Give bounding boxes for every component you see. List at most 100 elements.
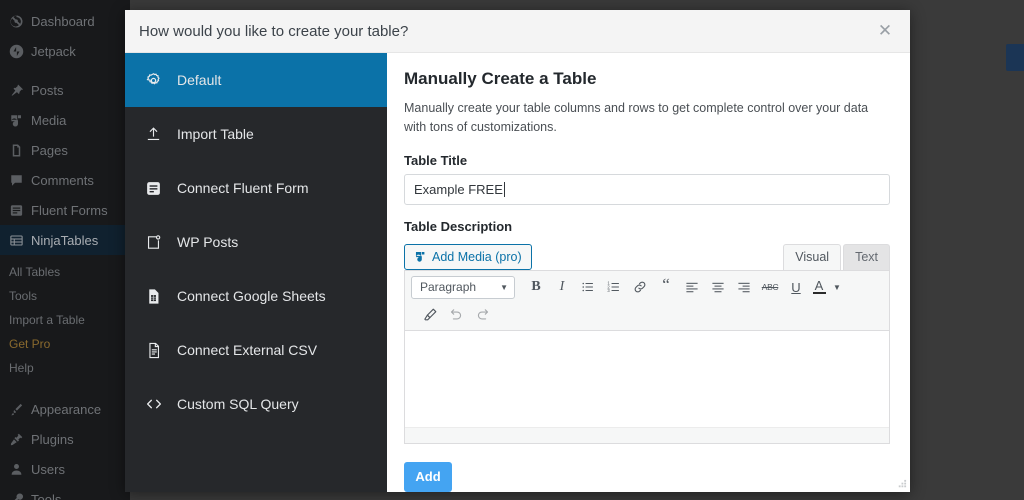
table-title-input[interactable]: Example FREE xyxy=(404,173,890,205)
table-description-label: Table Description xyxy=(404,218,513,234)
editor-content-area[interactable] xyxy=(405,330,889,427)
nav-item-connect-google-sheets[interactable]: Connect Google Sheets xyxy=(125,269,387,323)
sidebar-subitem-tools[interactable]: Tools xyxy=(0,284,130,308)
sidebar-item-label: Posts xyxy=(31,82,64,98)
jetpack-icon xyxy=(9,44,31,59)
sidebar-subitem-label: Help xyxy=(9,361,34,375)
sidebar-item-label: Media xyxy=(31,112,67,128)
comment-icon xyxy=(9,173,31,188)
sidebar-item-ninjatables[interactable]: NinjaTables xyxy=(0,225,130,255)
text-color-dropdown-icon[interactable]: ▼ xyxy=(829,275,845,299)
sidebar-subitem-get-pro[interactable]: Get Pro xyxy=(0,332,130,356)
sidebar-item-label: Comments xyxy=(31,172,94,188)
bulleted-list-button[interactable] xyxy=(575,275,601,299)
nav-item-connect-external-csv[interactable]: Connect External CSV xyxy=(125,323,387,377)
form-icon xyxy=(9,203,31,218)
background-add-table-button[interactable]: e xyxy=(1006,44,1024,71)
text-color-button[interactable]: A xyxy=(809,275,829,299)
align-right-button[interactable] xyxy=(731,275,757,299)
sidebar-item-dashboard[interactable]: Dashboard xyxy=(0,6,130,36)
link-button[interactable] xyxy=(627,275,653,299)
format-select[interactable]: Paragraph ▼ xyxy=(411,275,515,299)
sidebar-item-label: NinjaTables xyxy=(31,232,99,248)
numbered-list-button[interactable]: 123 xyxy=(601,275,627,299)
sidebar-item-pages[interactable]: Pages xyxy=(0,135,130,165)
sidebar-item-comments[interactable]: Comments xyxy=(0,165,130,195)
nav-item-label: Connect Fluent Form xyxy=(177,180,309,196)
sidebar-item-media[interactable]: Media xyxy=(0,105,130,135)
modal-panel: Manually Create a Table Manually create … xyxy=(387,53,910,492)
upload-icon xyxy=(145,126,177,143)
sidebar-subitem-label: Get Pro xyxy=(9,337,51,351)
italic-button[interactable]: I xyxy=(549,275,575,299)
nav-item-label: WP Posts xyxy=(177,234,239,250)
format-select-value: Paragraph xyxy=(420,280,477,295)
tab-visual[interactable]: Visual xyxy=(783,243,842,270)
add-media-label: Add Media (pro) xyxy=(432,249,522,264)
sidebar-divider xyxy=(0,380,130,394)
nav-item-import-table[interactable]: Import Table xyxy=(125,107,387,161)
nav-item-custom-sql-query[interactable]: Custom SQL Query xyxy=(125,377,387,431)
table-title-label: Table Title xyxy=(404,152,468,168)
editor-mode-tabs: Visual Text xyxy=(783,243,890,270)
sidebar-item-label: Jetpack xyxy=(31,43,76,59)
underline-button[interactable]: U xyxy=(783,275,809,299)
sidebar-item-users[interactable]: Users xyxy=(0,454,130,484)
table-description-group: Table Description Add Media (pro) Visual xyxy=(404,218,907,488)
close-icon[interactable]: ✕ xyxy=(874,20,896,42)
panel-description: Manually create your table columns and r… xyxy=(404,101,869,135)
editor-box: Paragraph ▼ B I 123 “ ABC U A ▼ xyxy=(404,269,907,488)
align-center-button[interactable] xyxy=(705,275,731,299)
table-title-value: Example FREE xyxy=(414,181,503,197)
nav-item-label: Connect External CSV xyxy=(177,342,318,358)
undo-button[interactable] xyxy=(443,302,469,326)
sidebar-subitem-import-a-table[interactable]: Import a Table xyxy=(0,308,130,332)
tab-text[interactable]: Text xyxy=(843,243,890,270)
nav-item-wp-posts[interactable]: WP Posts xyxy=(125,215,387,269)
table-title-group: Table Title Example FREE xyxy=(404,153,890,205)
sidebar-item-fluent-forms[interactable]: Fluent Forms xyxy=(0,195,130,225)
sidebar-item-appearance[interactable]: Appearance xyxy=(0,394,130,424)
nav-item-label: Default xyxy=(177,72,222,88)
resize-grip-icon[interactable] xyxy=(896,479,907,490)
modal-header: How would you like to create your table?… xyxy=(125,10,910,53)
sidebar-item-tools[interactable]: Tools xyxy=(0,484,130,500)
sidebar-subitem-all-tables[interactable]: All Tables xyxy=(0,260,130,284)
sidebar-subitem-help[interactable]: Help xyxy=(0,356,130,380)
nav-item-connect-fluent-form[interactable]: Connect Fluent Form xyxy=(125,161,387,215)
brush-icon xyxy=(9,402,31,417)
sidebar-item-plugins[interactable]: Plugins xyxy=(0,424,130,454)
nav-item-default[interactable]: Default xyxy=(125,53,387,107)
add-button[interactable]: Add xyxy=(404,461,452,492)
redo-button[interactable] xyxy=(469,302,495,326)
tools-icon xyxy=(9,492,31,500)
strikethrough-button[interactable]: ABC xyxy=(757,275,783,299)
wp-editor: Add Media (pro) Visual Text Paragraph ▼ … xyxy=(404,240,907,488)
add-media-button[interactable]: Add Media (pro) xyxy=(404,243,532,270)
bold-button[interactable]: B xyxy=(523,275,549,299)
sidebar-item-label: Fluent Forms xyxy=(31,202,108,218)
media-icon xyxy=(414,250,427,263)
form-icon xyxy=(145,180,177,197)
sidebar-item-label: Pages xyxy=(31,142,68,158)
text-color-glyph: A xyxy=(814,278,824,294)
sheets-icon xyxy=(145,288,177,305)
sidebar-divider xyxy=(0,66,130,75)
sidebar-item-jetpack[interactable]: Jetpack xyxy=(0,36,130,66)
plug-icon xyxy=(9,432,31,447)
toolbar-row-1: Paragraph ▼ B I 123 “ ABC U A ▼ xyxy=(411,275,885,300)
align-left-button[interactable] xyxy=(679,275,705,299)
sidebar-item-label: Dashboard xyxy=(31,13,95,29)
screen: e Import Table s id="9"] s id="7"] Go to… xyxy=(0,0,1024,500)
blockquote-button[interactable]: “ xyxy=(653,275,679,299)
text-caret xyxy=(503,181,505,197)
clear-formatting-button[interactable] xyxy=(417,302,443,326)
gear-icon xyxy=(145,72,177,89)
editor-statusbar xyxy=(405,426,907,488)
chevron-down-icon: ▼ xyxy=(500,282,508,292)
sidebar-item-label: Plugins xyxy=(31,431,74,447)
sidebar-item-posts[interactable]: Posts xyxy=(0,75,130,105)
modal-source-nav: Default Import Table Connect Fluent Form xyxy=(125,53,387,492)
nav-item-label: Connect Google Sheets xyxy=(177,288,326,304)
wp-posts-icon xyxy=(145,234,177,251)
